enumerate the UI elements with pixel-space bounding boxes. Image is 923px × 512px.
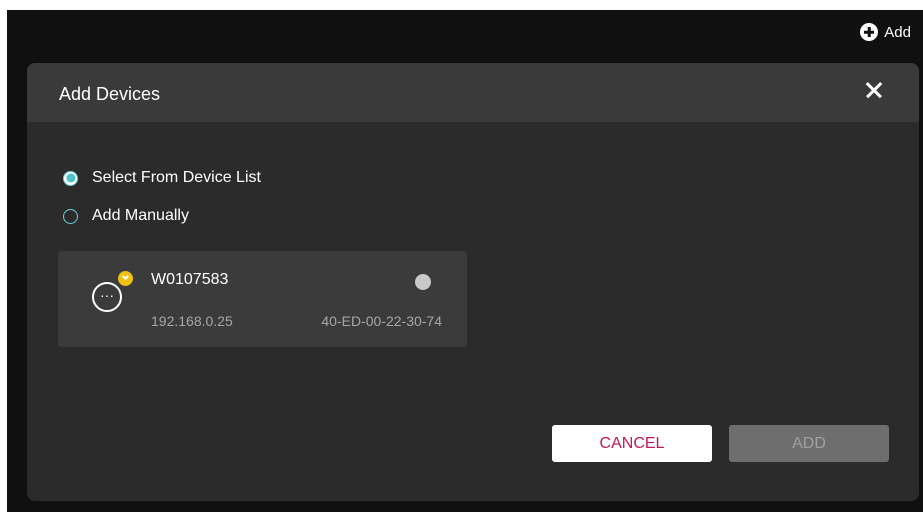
- dialog-header: Add Devices: [27, 63, 919, 122]
- radio-checked-icon[interactable]: [63, 170, 78, 186]
- option-select-from-list[interactable]: Select From Device List: [63, 169, 261, 187]
- close-icon[interactable]: [865, 81, 883, 99]
- add-devices-dialog: Add Devices Select From Device List Add …: [27, 63, 919, 501]
- option-add-manually[interactable]: Add Manually: [63, 207, 189, 225]
- top-add-button[interactable]: Add: [860, 23, 911, 41]
- cancel-button[interactable]: CANCEL: [552, 425, 712, 462]
- device-card[interactable]: ··· W0107583 192.168.0.25 40-ED-00-22-30…: [58, 251, 467, 347]
- device-status-indicator: [415, 274, 431, 290]
- plus-circle-icon: [860, 23, 879, 41]
- device-name: W0107583: [151, 271, 229, 288]
- dialog-title: Add Devices: [59, 84, 161, 104]
- device-mac: 40-ED-00-22-30-74: [321, 313, 442, 329]
- device-ip: 192.168.0.25: [151, 313, 233, 329]
- option-label: Add Manually: [92, 207, 189, 224]
- device-more-icon: ···: [92, 282, 122, 312]
- add-button[interactable]: ADD: [729, 425, 889, 462]
- option-label: Select From Device List: [92, 169, 261, 186]
- top-add-label: Add: [884, 23, 911, 41]
- upgrade-badge-icon: [118, 271, 133, 286]
- radio-unchecked-icon[interactable]: [63, 208, 78, 224]
